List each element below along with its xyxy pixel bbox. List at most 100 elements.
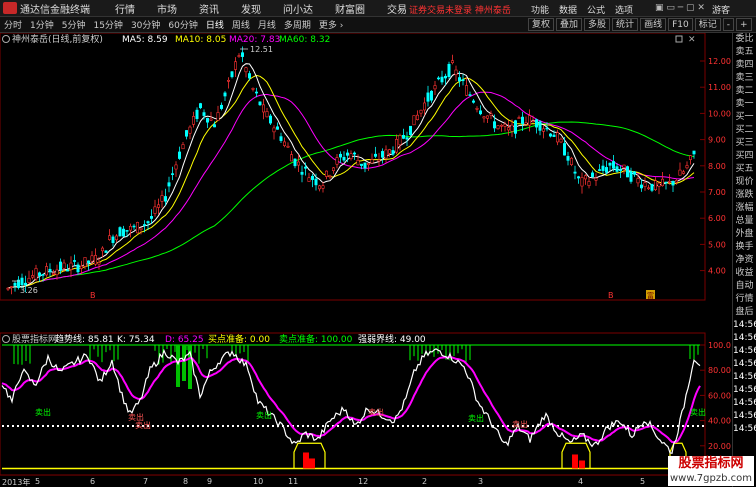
candle-body bbox=[345, 152, 349, 156]
tool-stats-button[interactable]: 统计 bbox=[612, 18, 639, 31]
tab-30min[interactable]: 30分钟 bbox=[127, 18, 164, 31]
main-panel-circle-icon[interactable] bbox=[2, 35, 10, 43]
indicator-panel-circle-icon[interactable] bbox=[2, 335, 10, 343]
tab-15min[interactable]: 15分钟 bbox=[89, 18, 126, 31]
sidebar-tab[interactable]: 卖五 bbox=[733, 46, 756, 59]
sidebar-tab[interactable]: 行情 bbox=[733, 293, 756, 306]
sell-signal-label: 卖出 bbox=[468, 413, 484, 423]
tool-f10-button[interactable]: F10 bbox=[668, 18, 693, 31]
sidebar-tab[interactable]: 净资 bbox=[733, 254, 756, 267]
tab-daily[interactable]: 日线 bbox=[202, 18, 228, 31]
sidebar-tab[interactable]: 外盘 bbox=[733, 228, 756, 241]
tool-mark-button[interactable]: 标记 bbox=[694, 18, 721, 31]
sidebar-tab[interactable]: 卖二 bbox=[733, 85, 756, 98]
tab-intraday[interactable]: 分时 bbox=[0, 18, 26, 31]
tab-1min[interactable]: 1分钟 bbox=[26, 18, 58, 31]
sidebar-tab[interactable]: 涨跌 bbox=[733, 189, 756, 202]
sidebar-tab[interactable]: 收益 bbox=[733, 267, 756, 280]
sidebar-tab[interactable]: 委比 bbox=[733, 33, 756, 46]
sidebar-tab[interactable]: 14:56 bbox=[733, 410, 756, 423]
tab-multi-period[interactable]: 多周期 bbox=[280, 18, 315, 31]
sidebar-tab[interactable]: 涨幅 bbox=[733, 202, 756, 215]
date-label: 12 bbox=[358, 477, 369, 486]
tab-5min[interactable]: 5分钟 bbox=[58, 18, 90, 31]
sidebar-tab[interactable]: 买三 bbox=[733, 137, 756, 150]
candle-body bbox=[643, 182, 647, 187]
menu-item-function[interactable]: 功能 bbox=[531, 3, 549, 16]
menu-item-options[interactable]: 选项 bbox=[615, 3, 633, 16]
candle-body bbox=[192, 116, 196, 125]
tool-draw-button[interactable]: 画线 bbox=[640, 18, 667, 31]
sidebar-tab[interactable]: 卖三 bbox=[733, 72, 756, 85]
candle-body bbox=[366, 163, 370, 166]
price-tick-label: 4.00 bbox=[708, 267, 726, 276]
buy-ready-value: 买点准备: 0.00 bbox=[208, 333, 270, 345]
menu-item-ask[interactable]: 问小达 bbox=[272, 1, 324, 16]
sidebar-tab[interactable]: 14:56 bbox=[733, 371, 756, 384]
candle-body bbox=[265, 111, 269, 118]
tab-more[interactable]: 更多 › bbox=[315, 18, 347, 31]
sidebar-tab[interactable]: 自动 bbox=[733, 280, 756, 293]
sell-spike-bar bbox=[176, 345, 180, 387]
sidebar-tab[interactable]: 盘后 bbox=[733, 306, 756, 319]
date-label: 7 bbox=[143, 477, 149, 486]
menu-item-wealth[interactable]: 财富圈 bbox=[324, 1, 376, 16]
candle-body bbox=[20, 277, 24, 286]
sidebar-tab[interactable]: 14:56 bbox=[733, 319, 756, 332]
sidebar-tab[interactable]: 总量 bbox=[733, 215, 756, 228]
menu-item-formula[interactable]: 公式 bbox=[587, 3, 605, 16]
d-line bbox=[1, 355, 701, 444]
candle-body bbox=[440, 76, 444, 83]
candle-body bbox=[244, 67, 248, 73]
sidebar-tab[interactable]: 买五 bbox=[733, 163, 756, 176]
sell-signal-label: 卖出 bbox=[256, 410, 272, 420]
sidebar-tab[interactable]: 现价 bbox=[733, 176, 756, 189]
candle-body bbox=[146, 221, 150, 224]
candle-body bbox=[230, 71, 234, 78]
tab-weekly[interactable]: 周线 bbox=[228, 18, 254, 31]
menu-item-quotes[interactable]: 行情 bbox=[104, 1, 146, 16]
candle-body bbox=[685, 165, 689, 169]
date-label: 5 bbox=[640, 477, 646, 486]
sidebar-tab[interactable]: 14:56 bbox=[733, 397, 756, 410]
sidebar-tab[interactable]: 14:56 bbox=[733, 345, 756, 358]
candle-body bbox=[220, 104, 224, 109]
sidebar-tab[interactable]: 卖一 bbox=[733, 98, 756, 111]
menu-item-market[interactable]: 市场 bbox=[146, 1, 188, 16]
sidebar-tab[interactable]: 14:56 bbox=[733, 358, 756, 371]
indicator-title: 股票指标网 bbox=[12, 333, 57, 345]
sidebar-tab[interactable]: 买一 bbox=[733, 111, 756, 124]
kline-chart[interactable]: 神州泰岳(日线,前复权) MA5: 8.59 MA10: 8.05 MA20: … bbox=[0, 33, 732, 475]
candle-body bbox=[356, 159, 360, 166]
zoom-out-button[interactable]: - bbox=[722, 18, 734, 31]
sidebar-tab[interactable]: 14:56 bbox=[733, 423, 756, 436]
date-label: 6 bbox=[90, 477, 96, 486]
tool-multi-stock-button[interactable]: 多股 bbox=[584, 18, 611, 31]
zoom-in-button[interactable]: + bbox=[735, 18, 752, 31]
panel-expand-icon[interactable] bbox=[675, 35, 683, 43]
candle-body bbox=[307, 177, 311, 182]
indicator-panel-frame bbox=[0, 332, 706, 475]
tool-restore-rights-button[interactable]: 复权 bbox=[528, 18, 555, 31]
tool-overlay-button[interactable]: 叠加 bbox=[556, 18, 583, 31]
tab-monthly[interactable]: 月线 bbox=[254, 18, 280, 31]
indicator-signal-bars bbox=[2, 344, 700, 470]
candle-body bbox=[331, 167, 335, 171]
menu-item-news[interactable]: 资讯 bbox=[188, 1, 230, 16]
menu-item-data[interactable]: 数据 bbox=[559, 3, 577, 16]
candle-body bbox=[157, 204, 161, 208]
login-notice[interactable]: 证券交易未登录 神州泰岳 bbox=[409, 3, 511, 16]
window-controls-icon[interactable]: ▣ ▭ ─ ▢ ✕ bbox=[655, 3, 705, 13]
guest-user[interactable]: 游客 bbox=[712, 3, 730, 16]
sidebar-tab[interactable]: 换手 bbox=[733, 241, 756, 254]
sidebar-tab[interactable]: 卖四 bbox=[733, 59, 756, 72]
sidebar-tab[interactable]: 买四 bbox=[733, 150, 756, 163]
candle-body bbox=[447, 63, 451, 77]
panel-close-icon[interactable]: ✕ bbox=[688, 35, 696, 45]
menu-item-discover[interactable]: 发现 bbox=[230, 1, 272, 16]
candle-body bbox=[520, 116, 524, 125]
sidebar-tab[interactable]: 14:56 bbox=[733, 384, 756, 397]
tab-60min[interactable]: 60分钟 bbox=[164, 18, 201, 31]
sidebar-tab[interactable]: 买二 bbox=[733, 124, 756, 137]
sidebar-tab[interactable]: 14:56 bbox=[733, 332, 756, 345]
